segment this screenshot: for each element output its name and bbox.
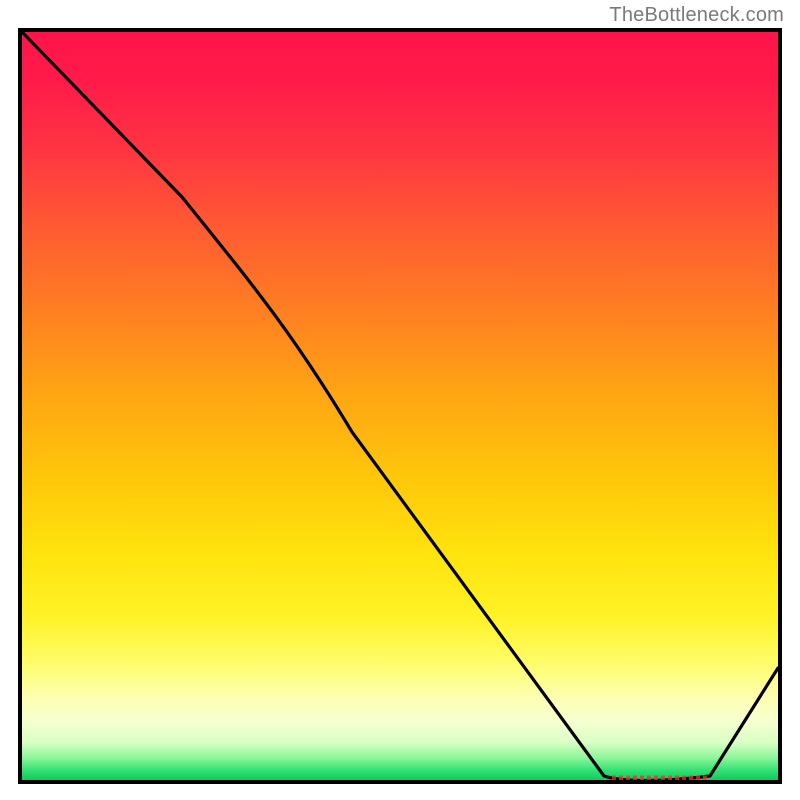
bottleneck-curve [22, 32, 778, 780]
chart-area [18, 28, 782, 784]
curve-path [22, 32, 778, 780]
watermark-label: TheBottleneck.com [609, 4, 784, 27]
